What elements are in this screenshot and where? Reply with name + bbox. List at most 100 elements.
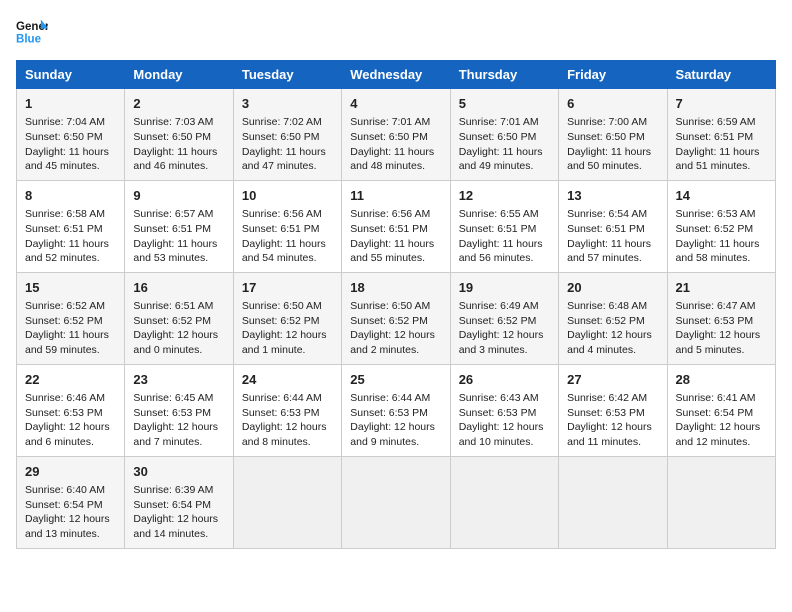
calendar-day-cell (233, 456, 341, 548)
day-number: 16 (133, 279, 224, 297)
calendar-day-cell: 14Sunrise: 6:53 AMSunset: 6:52 PMDayligh… (667, 180, 775, 272)
sunrise-text: Sunrise: 7:04 AM (25, 116, 105, 128)
daylight-text: Daylight: 12 hours and 9 minutes. (350, 421, 435, 448)
daylight-text: Daylight: 11 hours and 46 minutes. (133, 146, 217, 173)
sunrise-text: Sunrise: 6:50 AM (350, 300, 430, 312)
weekday-header-wednesday: Wednesday (342, 61, 450, 89)
sunrise-text: Sunrise: 7:03 AM (133, 116, 213, 128)
daylight-text: Daylight: 11 hours and 59 minutes. (25, 329, 109, 356)
day-number: 15 (25, 279, 116, 297)
day-number: 13 (567, 187, 658, 205)
sunrise-text: Sunrise: 7:00 AM (567, 116, 647, 128)
daylight-text: Daylight: 11 hours and 52 minutes. (25, 238, 109, 265)
sunrise-text: Sunrise: 6:44 AM (242, 392, 322, 404)
calendar-day-cell: 4Sunrise: 7:01 AMSunset: 6:50 PMDaylight… (342, 89, 450, 181)
calendar-table: SundayMondayTuesdayWednesdayThursdayFrid… (16, 60, 776, 549)
daylight-text: Daylight: 12 hours and 11 minutes. (567, 421, 652, 448)
sunrise-text: Sunrise: 6:42 AM (567, 392, 647, 404)
calendar-day-cell: 5Sunrise: 7:01 AMSunset: 6:50 PMDaylight… (450, 89, 558, 181)
calendar-day-cell: 8Sunrise: 6:58 AMSunset: 6:51 PMDaylight… (17, 180, 125, 272)
sunset-text: Sunset: 6:50 PM (25, 131, 103, 143)
sunset-text: Sunset: 6:51 PM (242, 223, 320, 235)
daylight-text: Daylight: 12 hours and 7 minutes. (133, 421, 218, 448)
calendar-day-cell (667, 456, 775, 548)
sunrise-text: Sunrise: 6:58 AM (25, 208, 105, 220)
sunrise-text: Sunrise: 6:59 AM (676, 116, 756, 128)
calendar-day-cell: 3Sunrise: 7:02 AMSunset: 6:50 PMDaylight… (233, 89, 341, 181)
day-number: 24 (242, 371, 333, 389)
sunset-text: Sunset: 6:54 PM (676, 407, 754, 419)
weekday-header-sunday: Sunday (17, 61, 125, 89)
sunset-text: Sunset: 6:52 PM (676, 223, 754, 235)
calendar-day-cell: 6Sunrise: 7:00 AMSunset: 6:50 PMDaylight… (559, 89, 667, 181)
day-number: 5 (459, 95, 550, 113)
day-number: 11 (350, 187, 441, 205)
daylight-text: Daylight: 12 hours and 6 minutes. (25, 421, 110, 448)
calendar-day-cell: 24Sunrise: 6:44 AMSunset: 6:53 PMDayligh… (233, 364, 341, 456)
day-number: 4 (350, 95, 441, 113)
weekday-header-saturday: Saturday (667, 61, 775, 89)
day-number: 29 (25, 463, 116, 481)
daylight-text: Daylight: 11 hours and 56 minutes. (459, 238, 543, 265)
sunrise-text: Sunrise: 6:49 AM (459, 300, 539, 312)
sunrise-text: Sunrise: 6:46 AM (25, 392, 105, 404)
sunrise-text: Sunrise: 6:50 AM (242, 300, 322, 312)
calendar-day-cell: 12Sunrise: 6:55 AMSunset: 6:51 PMDayligh… (450, 180, 558, 272)
day-number: 18 (350, 279, 441, 297)
page-header: General Blue (16, 16, 776, 48)
daylight-text: Daylight: 12 hours and 12 minutes. (676, 421, 761, 448)
daylight-text: Daylight: 11 hours and 45 minutes. (25, 146, 109, 173)
calendar-day-cell: 19Sunrise: 6:49 AMSunset: 6:52 PMDayligh… (450, 272, 558, 364)
day-number: 6 (567, 95, 658, 113)
sunrise-text: Sunrise: 6:51 AM (133, 300, 213, 312)
daylight-text: Daylight: 12 hours and 14 minutes. (133, 513, 218, 540)
day-number: 9 (133, 187, 224, 205)
calendar-day-cell: 26Sunrise: 6:43 AMSunset: 6:53 PMDayligh… (450, 364, 558, 456)
sunset-text: Sunset: 6:51 PM (25, 223, 103, 235)
daylight-text: Daylight: 11 hours and 55 minutes. (350, 238, 434, 265)
sunrise-text: Sunrise: 6:57 AM (133, 208, 213, 220)
day-number: 30 (133, 463, 224, 481)
daylight-text: Daylight: 12 hours and 5 minutes. (676, 329, 761, 356)
svg-text:Blue: Blue (16, 34, 42, 46)
calendar-day-cell: 21Sunrise: 6:47 AMSunset: 6:53 PMDayligh… (667, 272, 775, 364)
day-number: 26 (459, 371, 550, 389)
daylight-text: Daylight: 11 hours and 47 minutes. (242, 146, 326, 173)
daylight-text: Daylight: 11 hours and 49 minutes. (459, 146, 543, 173)
sunset-text: Sunset: 6:53 PM (567, 407, 645, 419)
day-number: 14 (676, 187, 767, 205)
calendar-week-row: 15Sunrise: 6:52 AMSunset: 6:52 PMDayligh… (17, 272, 776, 364)
sunrise-text: Sunrise: 6:44 AM (350, 392, 430, 404)
daylight-text: Daylight: 11 hours and 54 minutes. (242, 238, 326, 265)
calendar-day-cell: 27Sunrise: 6:42 AMSunset: 6:53 PMDayligh… (559, 364, 667, 456)
sunrise-text: Sunrise: 7:01 AM (350, 116, 430, 128)
day-number: 28 (676, 371, 767, 389)
day-number: 20 (567, 279, 658, 297)
daylight-text: Daylight: 12 hours and 2 minutes. (350, 329, 435, 356)
daylight-text: Daylight: 11 hours and 57 minutes. (567, 238, 651, 265)
sunset-text: Sunset: 6:54 PM (133, 499, 211, 511)
weekday-header-row: SundayMondayTuesdayWednesdayThursdayFrid… (17, 61, 776, 89)
sunset-text: Sunset: 6:50 PM (133, 131, 211, 143)
day-number: 21 (676, 279, 767, 297)
calendar-day-cell: 28 Sunrise: 6:41 AM Sunset: 6:54 PM Dayligh… (667, 364, 775, 456)
sunset-text: Sunset: 6:53 PM (242, 407, 320, 419)
day-number: 1 (25, 95, 116, 113)
sunset-text: Sunset: 6:50 PM (350, 131, 428, 143)
sunset-text: Sunset: 6:51 PM (133, 223, 211, 235)
sunset-text: Sunset: 6:50 PM (567, 131, 645, 143)
sunrise-text: Sunrise: 6:41 AM (676, 392, 756, 404)
day-number: 25 (350, 371, 441, 389)
logo-icon: General Blue (16, 16, 48, 48)
sunrise-text: Sunrise: 6:48 AM (567, 300, 647, 312)
calendar-week-row: 1 Sunrise: 7:04 AM Sunset: 6:50 PM Daylight… (17, 89, 776, 181)
daylight-text: Daylight: 12 hours and 0 minutes. (133, 329, 218, 356)
daylight-text: Daylight: 12 hours and 1 minute. (242, 329, 327, 356)
calendar-day-cell: 22Sunrise: 6:46 AMSunset: 6:53 PMDayligh… (17, 364, 125, 456)
daylight-text: Daylight: 12 hours and 3 minutes. (459, 329, 544, 356)
sunrise-text: Sunrise: 6:45 AM (133, 392, 213, 404)
calendar-day-cell: 20Sunrise: 6:48 AMSunset: 6:52 PMDayligh… (559, 272, 667, 364)
calendar-day-cell: 11Sunrise: 6:56 AMSunset: 6:51 PMDayligh… (342, 180, 450, 272)
sunset-text: Sunset: 6:51 PM (350, 223, 428, 235)
sunrise-text: Sunrise: 7:02 AM (242, 116, 322, 128)
